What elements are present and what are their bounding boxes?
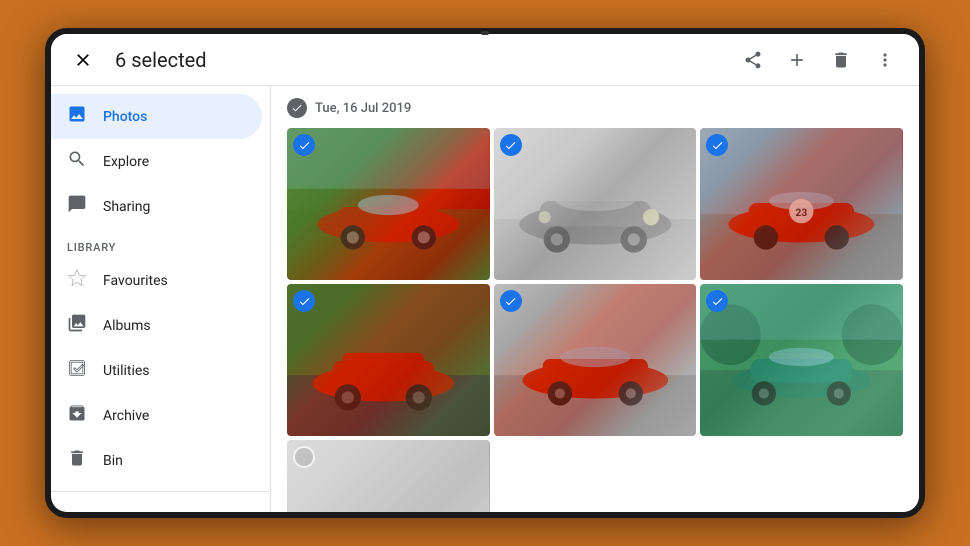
- photo-check-4[interactable]: [293, 290, 315, 312]
- date-label: Tue, 16 Jul 2019: [315, 101, 411, 116]
- top-bar-right: [735, 42, 903, 78]
- bin-icon: [67, 448, 87, 473]
- screen: 6 selected: [51, 34, 919, 512]
- library-section-label: LIBRARY: [51, 229, 270, 258]
- sidebar-sharing-label: Sharing: [103, 199, 150, 215]
- date-header: Tue, 16 Jul 2019: [287, 98, 903, 118]
- photo-cell-6[interactable]: [700, 284, 903, 436]
- sidebar-item-bin[interactable]: Bin: [51, 438, 262, 483]
- sidebar-divider: [51, 491, 270, 492]
- share-button[interactable]: [735, 42, 771, 78]
- sidebar-item-sharing[interactable]: Sharing: [51, 184, 262, 229]
- more-options-button[interactable]: [867, 42, 903, 78]
- photo-cell-3[interactable]: 23: [700, 128, 903, 280]
- delete-button[interactable]: [823, 42, 859, 78]
- add-button[interactable]: [779, 42, 815, 78]
- date-check-icon[interactable]: [287, 98, 307, 118]
- photo-grid-row2: [287, 284, 903, 436]
- sidebar-archive-label: Archive: [103, 408, 149, 424]
- sidebar-item-archive[interactable]: Archive: [51, 393, 262, 438]
- photo-area: Tue, 16 Jul 2019: [271, 86, 919, 512]
- photo-cell-5[interactable]: [494, 284, 697, 436]
- svg-text:23: 23: [796, 208, 808, 219]
- more-icon: [875, 50, 895, 70]
- sidebar-item-photos[interactable]: Photos: [51, 94, 262, 139]
- delete-icon: [831, 50, 851, 70]
- sidebar-bin-label: Bin: [103, 453, 123, 469]
- explore-icon: [67, 149, 87, 174]
- albums-icon: [67, 313, 87, 338]
- sidebar-favourites-label: Favourites: [103, 273, 168, 289]
- sidebar-item-explore[interactable]: Explore: [51, 139, 262, 184]
- sharing-icon: [67, 194, 87, 219]
- photo-cell-2[interactable]: [494, 128, 697, 280]
- top-bar-left: 6 selected: [67, 44, 735, 76]
- storage-section: Storage 7.3 GB of 15 GB used: [51, 500, 270, 512]
- utilities-icon: [67, 358, 87, 383]
- photo-cell-4[interactable]: [287, 284, 490, 436]
- close-button[interactable]: [67, 44, 99, 76]
- photos-icon: [67, 104, 87, 129]
- photo-check-7[interactable]: [293, 446, 315, 468]
- selected-count-label: 6 selected: [115, 48, 207, 72]
- sidebar-item-albums[interactable]: Albums: [51, 303, 262, 348]
- main-content: Photos Explore Sha: [51, 86, 919, 512]
- photo-check-5[interactable]: [500, 290, 522, 312]
- photo-grid-row3: 12: [287, 440, 903, 512]
- archive-icon: [67, 403, 87, 428]
- close-icon: [73, 50, 93, 70]
- add-icon: [787, 50, 807, 70]
- sidebar-albums-label: Albums: [103, 318, 151, 334]
- photo-cell-7[interactable]: 12: [287, 440, 490, 512]
- photo-check-2[interactable]: [500, 134, 522, 156]
- sidebar-item-utilities[interactable]: Utilities: [51, 348, 262, 393]
- top-bar: 6 selected: [51, 34, 919, 86]
- photo-check-1[interactable]: [293, 134, 315, 156]
- sidebar-utilities-label: Utilities: [103, 363, 150, 379]
- star-icon: [67, 268, 87, 293]
- photo-cell-1[interactable]: [287, 128, 490, 280]
- sidebar-photos-label: Photos: [103, 109, 147, 125]
- sidebar-explore-label: Explore: [103, 154, 149, 170]
- device-frame: 6 selected: [45, 28, 925, 518]
- sidebar-item-favourites[interactable]: Favourites: [51, 258, 262, 303]
- photo-grid-row1: 23: [287, 128, 903, 280]
- sidebar: Photos Explore Sha: [51, 86, 271, 512]
- share-icon: [743, 50, 763, 70]
